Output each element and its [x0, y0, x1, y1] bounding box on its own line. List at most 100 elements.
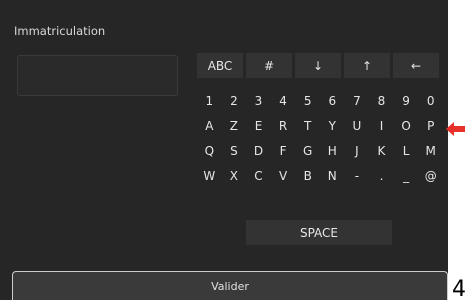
red-pointer-arrow-icon	[446, 122, 465, 136]
key-2-2[interactable]: D	[246, 139, 271, 162]
key-2-4-label: G	[303, 143, 313, 158]
key-2-3-label: F	[279, 143, 287, 158]
key-arrow-up[interactable]: ↑	[344, 53, 390, 78]
key-0-5[interactable]: 6	[320, 89, 345, 112]
key-3-6-label: -	[354, 168, 360, 183]
key-2-7[interactable]: K	[369, 139, 394, 162]
key-1-7-label: I	[379, 118, 384, 133]
key-space-label: SPACE	[299, 225, 339, 240]
key-0-4[interactable]: 5	[295, 89, 320, 112]
key-abc[interactable]: ABC	[197, 53, 243, 78]
key-2-5-label: H	[327, 143, 337, 158]
side-digit: 4	[452, 277, 465, 302]
key-2-2-label: D	[253, 143, 264, 158]
key-2-8-label: L	[402, 143, 410, 158]
key-1-0-label: A	[205, 118, 214, 133]
key-0-7-label: 8	[377, 93, 386, 108]
key-3-2-label: C	[254, 168, 263, 183]
key-symbols-label: #	[263, 58, 275, 73]
key-3-7[interactable]: .	[369, 164, 394, 187]
key-1-1-label: Z	[229, 118, 238, 133]
key-1-8-label: O	[401, 118, 411, 133]
key-3-8-label: _	[403, 168, 410, 183]
key-0-1-label: 2	[230, 93, 238, 108]
key-abc-label: ABC	[207, 58, 233, 73]
key-2-0[interactable]: Q	[197, 139, 222, 162]
key-0-2-label: 3	[254, 93, 263, 108]
key-3-2[interactable]: C	[246, 164, 271, 187]
key-arrow-down[interactable]: ↓	[295, 53, 341, 78]
key-0-5-label: 6	[328, 93, 337, 108]
key-1-9[interactable]: P	[418, 114, 443, 137]
key-2-9[interactable]: M	[418, 139, 443, 162]
key-backspace-label: ←	[410, 58, 422, 73]
key-1-6-label: U	[352, 118, 362, 133]
key-0-0-label: 1	[205, 93, 214, 108]
key-3-0-label: W	[203, 168, 216, 183]
key-1-3-label: R	[278, 118, 288, 133]
key-0-9[interactable]: 0	[418, 89, 443, 112]
key-0-8[interactable]: 9	[394, 89, 419, 112]
key-3-3[interactable]: V	[271, 164, 296, 187]
key-2-7-label: K	[377, 143, 386, 158]
key-2-6-label: J	[355, 143, 359, 158]
key-3-8[interactable]: _	[394, 164, 419, 187]
key-3-6[interactable]: -	[345, 164, 370, 187]
key-1-6[interactable]: U	[345, 114, 370, 137]
key-1-2[interactable]: E	[246, 114, 271, 137]
key-2-0-label: Q	[204, 143, 215, 158]
key-1-8[interactable]: O	[394, 114, 419, 137]
key-0-6-label: 7	[353, 93, 361, 108]
key-2-9-label: M	[425, 143, 436, 158]
key-2-5[interactable]: H	[320, 139, 345, 162]
key-1-5-label: Y	[328, 118, 336, 133]
key-2-4[interactable]: G	[295, 139, 320, 162]
key-0-4-label: 5	[303, 93, 312, 108]
key-2-1-label: S	[230, 143, 238, 158]
key-2-6[interactable]: J	[345, 139, 370, 162]
key-3-9[interactable]: @	[418, 164, 443, 187]
key-0-7[interactable]: 8	[369, 89, 394, 112]
key-2-1[interactable]: S	[222, 139, 247, 162]
key-3-7-label: .	[379, 168, 384, 183]
key-0-1[interactable]: 2	[222, 89, 247, 112]
key-arrow-down-label: ↓	[312, 58, 324, 73]
key-0-2[interactable]: 3	[246, 89, 271, 112]
key-space[interactable]: SPACE	[246, 220, 392, 245]
page-title: Immatriculation	[14, 24, 106, 38]
key-backspace[interactable]: ←	[393, 53, 439, 78]
key-3-9-label: @	[424, 168, 437, 183]
key-3-5[interactable]: N	[320, 164, 345, 187]
key-1-9-label: P	[427, 118, 435, 133]
key-0-3[interactable]: 4	[271, 89, 296, 112]
key-3-0[interactable]: W	[197, 164, 222, 187]
key-1-2-label: E	[254, 118, 263, 133]
key-3-4-label: B	[303, 168, 312, 183]
key-symbols[interactable]: #	[246, 53, 292, 78]
virtual-keyboard: ABC # ↓ ↑ ← 1 2 3 4 5 6 7 8 9 0 A Z E R T Y U I O P Q S D F G H J K L M W X C…	[197, 53, 443, 245]
keyboard-screen: Immatriculation ABC # ↓ ↑ ← 1 2 3 4 5 6 7 8 9 0 A Z E R T Y U…	[0, 0, 448, 300]
key-1-4[interactable]: T	[295, 114, 320, 137]
validate-label: Valider	[211, 279, 249, 293]
key-1-7[interactable]: I	[369, 114, 394, 137]
key-3-3-label: V	[278, 168, 288, 183]
key-2-3[interactable]: F	[271, 139, 296, 162]
key-3-1[interactable]: X	[222, 164, 247, 187]
key-3-1-label: X	[229, 168, 238, 183]
key-1-1[interactable]: Z	[222, 114, 247, 137]
key-arrow-up-label: ↑	[361, 58, 373, 73]
key-0-0[interactable]: 1	[197, 89, 222, 112]
key-0-8-label: 9	[402, 93, 410, 108]
key-2-8[interactable]: L	[394, 139, 419, 162]
key-3-4[interactable]: B	[295, 164, 320, 187]
key-1-0[interactable]: A	[197, 114, 222, 137]
key-0-9-label: 0	[426, 93, 435, 108]
plate-input[interactable]	[17, 55, 178, 96]
key-0-3-label: 4	[279, 93, 287, 108]
key-1-5[interactable]: Y	[320, 114, 345, 137]
key-0-6[interactable]: 7	[345, 89, 370, 112]
validate-button[interactable]: Valider	[12, 271, 448, 300]
key-1-4-label: T	[304, 118, 312, 133]
key-1-3[interactable]: R	[271, 114, 296, 137]
key-3-5-label: N	[327, 168, 337, 183]
